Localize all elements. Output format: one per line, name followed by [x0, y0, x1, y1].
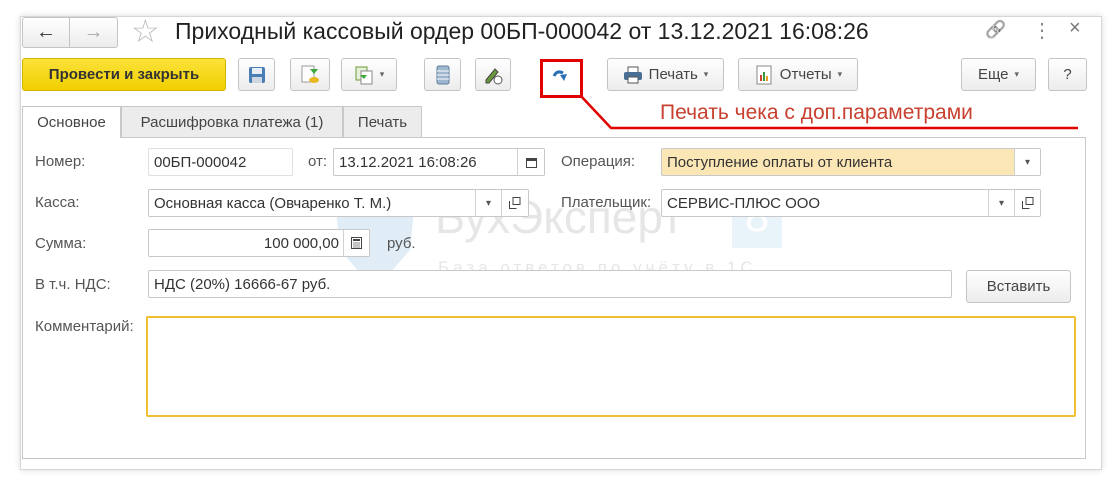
more-label: Еще	[977, 66, 1009, 83]
cash-select[interactable]: Основная касса (Овчаренко Т. М.) ▾	[148, 189, 529, 217]
tab-main[interactable]: Основное	[22, 106, 121, 138]
tab-print-label: Печать	[357, 113, 408, 131]
chevron-down-icon: ▾	[998, 197, 1005, 209]
open-window-icon	[509, 197, 521, 209]
calculator-button[interactable]	[343, 230, 369, 256]
cash-open-button[interactable]	[501, 190, 528, 216]
payer-value: СЕРВИС-ПЛЮС ООО	[667, 194, 821, 212]
payer-dropdown-button[interactable]: ▾	[988, 190, 1014, 216]
calculator-icon	[351, 237, 362, 249]
operation-label: Операция:	[561, 153, 636, 170]
cash-label: Касса:	[35, 194, 80, 211]
vat-label: В т.ч. НДС:	[35, 276, 111, 293]
date-value: 13.12.2021 16:08:26	[339, 153, 477, 171]
calendar-button[interactable]	[517, 149, 544, 175]
payer-select[interactable]: СЕРВИС-ПЛЮС ООО ▾	[661, 189, 1041, 217]
insert-button[interactable]: Вставить	[966, 270, 1071, 303]
insert-label: Вставить	[986, 278, 1051, 295]
annotation-label: Печать чека с доп.параметрами	[660, 101, 973, 124]
help-button[interactable]: ?	[1048, 58, 1087, 91]
sum-field[interactable]: 100 000,00	[148, 229, 370, 257]
date-label: от:	[308, 153, 328, 170]
dropdown-caret-icon: ▾	[837, 69, 843, 79]
sum-value: 100 000,00	[263, 234, 339, 252]
dropdown-caret-icon: ▾	[1014, 69, 1020, 79]
comment-textarea[interactable]	[146, 316, 1076, 417]
cash-dropdown-button[interactable]: ▾	[475, 190, 501, 216]
payer-open-button[interactable]	[1014, 190, 1040, 216]
tab-main-label: Основное	[37, 114, 106, 131]
chevron-down-icon: ▾	[1024, 156, 1031, 168]
operation-dropdown-button[interactable]: ▾	[1014, 149, 1040, 175]
operation-value: Поступление оплаты от клиента	[667, 153, 893, 171]
payer-label: Плательщик:	[561, 194, 652, 211]
reports-label: Отчеты	[779, 66, 832, 83]
printer-icon	[623, 66, 642, 83]
active-tab-gap	[23, 136, 120, 138]
currency-label: руб.	[387, 235, 416, 252]
cash-value: Основная касса (Овчаренко Т. М.)	[154, 194, 392, 212]
tab-payment-details[interactable]: Расшифровка платежа (1)	[121, 106, 343, 137]
operation-select[interactable]: Поступление оплаты от клиента ▾	[661, 148, 1041, 176]
vat-value: НДС (20%) 16666-67 руб.	[154, 275, 331, 293]
number-value: 00БП-000042	[154, 153, 247, 171]
reports-button[interactable]: Отчеты ▾	[738, 58, 858, 91]
sum-label: Сумма:	[35, 235, 87, 252]
print-button[interactable]: Печать ▾	[607, 58, 724, 91]
reports-chart-icon	[756, 65, 772, 84]
number-label: Номер:	[35, 153, 86, 170]
vat-field[interactable]: НДС (20%) 16666-67 руб.	[148, 270, 952, 298]
tab-print[interactable]: Печать	[343, 106, 422, 137]
dropdown-caret-icon: ▾	[703, 69, 709, 79]
comment-label: Комментарий:	[35, 318, 134, 335]
print-label: Печать	[648, 66, 698, 83]
tab-payment-details-label: Расшифровка платежа (1)	[140, 113, 324, 131]
help-label: ?	[1063, 66, 1072, 83]
number-field[interactable]: 00БП-000042	[148, 148, 293, 176]
date-field[interactable]: 13.12.2021 16:08:26	[333, 148, 545, 176]
more-button[interactable]: Еще ▾	[961, 58, 1036, 91]
open-window-icon	[1021, 197, 1033, 209]
calendar-icon	[525, 157, 537, 168]
chevron-down-icon: ▾	[485, 197, 492, 209]
